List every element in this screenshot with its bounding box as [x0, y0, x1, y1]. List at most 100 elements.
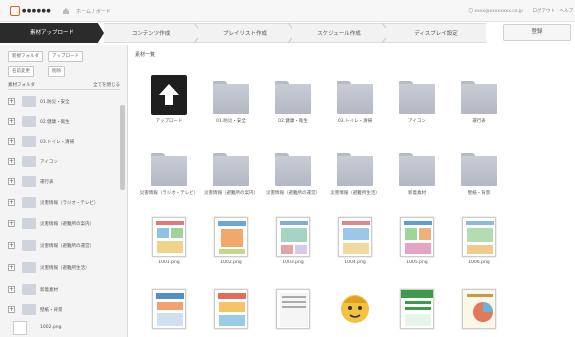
image-tile[interactable]: 1001.png [139, 217, 199, 279]
tree-item[interactable]: + 災害情報（避難所の運営） [8, 239, 120, 253]
image-tile[interactable]: 1005.png [387, 217, 447, 279]
breadcrumb[interactable]: ホーム / ボード [76, 8, 111, 15]
folder-tile[interactable]: 03.トイレ・清掃 [325, 75, 385, 137]
folder-icon [399, 81, 435, 114]
tile-label: 壁紙・背景 [467, 191, 491, 196]
image-tile[interactable] [201, 289, 261, 337]
image-tile[interactable]: 1003.png [263, 217, 323, 279]
rename-button[interactable]: 名前変更 [8, 66, 34, 77]
expand-icon[interactable]: + [8, 158, 15, 165]
tree-item[interactable]: +02.健康・衛生 [8, 115, 120, 129]
page-title: 素材一覧 [135, 52, 156, 58]
folder-tile[interactable]: 02.健康・衛生 [263, 75, 323, 137]
upload-tile[interactable]: アップロード [139, 75, 199, 137]
delete-button[interactable]: 削除 [48, 66, 65, 77]
tree-item-label: アイコン [40, 160, 58, 165]
help-link[interactable]: ヘルプ [560, 8, 574, 14]
step-upload[interactable]: 素材アップロード [0, 23, 104, 43]
image-tile[interactable] [263, 289, 323, 337]
image-thumbnail [462, 289, 496, 329]
image-tile[interactable]: 1004.png [325, 217, 385, 279]
folder-icon [213, 81, 249, 114]
folder-tile[interactable]: 災害情報（避難所の案内） [201, 147, 261, 209]
save-button[interactable]: 登録 [503, 24, 571, 41]
tree-item[interactable]: + 新着素材 [8, 283, 120, 297]
expand-icon[interactable]: + [8, 118, 15, 125]
tree-item-label: 災害情報（避難所の案内） [40, 222, 94, 227]
tree-item[interactable]: 1002.png [8, 321, 120, 335]
tile-label: 1003.png [282, 260, 304, 265]
image-tile[interactable]: 1002.png [201, 217, 261, 279]
home-icon[interactable] [62, 7, 70, 15]
tree-item[interactable]: + 災害情報（避難所の案内） [8, 217, 120, 231]
tile-label: 03.トイレ・清掃 [337, 119, 373, 124]
step-content[interactable]: コンテンツ作成 [104, 23, 198, 43]
tile-label: 02.健康・衛生 [278, 119, 308, 124]
new-folder-button[interactable]: 新規フォルダ [8, 51, 43, 62]
logout-link[interactable]: ログアウト [533, 8, 556, 14]
expand-icon[interactable]: + [8, 199, 15, 206]
image-thumbnail [400, 217, 434, 257]
folder-icon [22, 304, 36, 315]
folder-icon [22, 156, 36, 167]
folder-icon [275, 81, 311, 114]
expand-icon[interactable]: + [8, 178, 15, 185]
image-tile[interactable]: 1006.png [449, 217, 509, 279]
image-tile[interactable] [387, 289, 447, 337]
image-tile[interactable] [139, 289, 199, 337]
tree-item[interactable]: + 運行表 [8, 175, 120, 189]
folder-tile[interactable]: 災害情報（避難所生活） [325, 147, 385, 209]
tile-label: 運行表 [472, 119, 486, 124]
folder-icon [337, 153, 373, 186]
collapse-all-link[interactable]: 全てを閉じる [93, 82, 120, 88]
image-tile[interactable] [449, 289, 509, 337]
tree-item[interactable]: + 壁紙・背景 [8, 303, 120, 317]
step-navigation: 素材アップロード コンテンツ作成 プレイリスト作成 スケジュール作成 ディスプレ… [0, 23, 575, 43]
tile-label: 災害情報（ラジオ・テレビ） [139, 191, 199, 196]
tree-item[interactable]: + 災害情報（ラジオ・テレビ） [8, 196, 120, 210]
tile-label: 1001.png [158, 260, 180, 265]
folder-tile[interactable]: 01.防災・安全 [201, 75, 261, 137]
folder-tile[interactable]: 災害情報（避難所の運営） [263, 147, 323, 209]
image-thumbnail [152, 289, 186, 329]
tree-item[interactable]: +03.トイレ・清掃 [8, 135, 120, 149]
folder-icon [22, 218, 36, 229]
step-display[interactable]: ディスプレイ設定 [386, 23, 486, 43]
sidebar-scrollbar[interactable] [120, 105, 125, 190]
step-schedule[interactable]: スケジュール作成 [292, 23, 386, 43]
folder-icon [275, 153, 311, 186]
expand-icon[interactable]: + [8, 98, 15, 105]
image-file-icon [13, 321, 27, 335]
folder-tile[interactable]: 新着素材 [387, 147, 447, 209]
folder-tile[interactable]: 運行表 [449, 75, 509, 137]
tree-item[interactable]: + 災害情報（避難所生活） [8, 261, 120, 275]
tree-item-label: 1002.png [40, 325, 62, 330]
folder-icon [399, 153, 435, 186]
tree-item-label: 03.トイレ・清掃 [40, 140, 75, 145]
expand-icon[interactable]: + [8, 306, 15, 313]
folder-icon [461, 81, 497, 114]
upload-button[interactable]: アップロード [48, 51, 83, 62]
folder-tile[interactable]: 壁紙・背景 [449, 147, 509, 209]
tree-item[interactable]: + アイコン [8, 155, 120, 169]
tree-item-label: 新着素材 [40, 288, 58, 293]
tile-label: 災害情報（避難所の運営） [266, 191, 320, 196]
tile-label: 新着素材 [408, 191, 426, 196]
folder-icon [151, 153, 187, 186]
tree-item[interactable]: +01.防災・安全 [8, 95, 120, 109]
tile-label: 01.防災・安全 [216, 119, 246, 124]
tree-item-label: 運行表 [40, 180, 54, 185]
expand-icon[interactable]: + [8, 286, 15, 293]
image-tile[interactable] [325, 289, 385, 337]
logo-mark-icon [10, 6, 20, 16]
step-playlist[interactable]: プレイリスト作成 [198, 23, 292, 43]
folder-tile[interactable]: 災害情報（ラジオ・テレビ） [139, 147, 199, 209]
expand-icon[interactable]: + [8, 138, 15, 145]
tile-label: 災害情報（避難所の案内） [204, 191, 258, 196]
folder-icon [22, 176, 36, 187]
app-logo[interactable]: ●●●●●● [10, 6, 54, 16]
expand-icon[interactable]: + [8, 220, 15, 227]
expand-icon[interactable]: + [8, 242, 15, 249]
expand-icon[interactable]: + [8, 264, 15, 271]
folder-tile[interactable]: アイコン [387, 75, 447, 137]
